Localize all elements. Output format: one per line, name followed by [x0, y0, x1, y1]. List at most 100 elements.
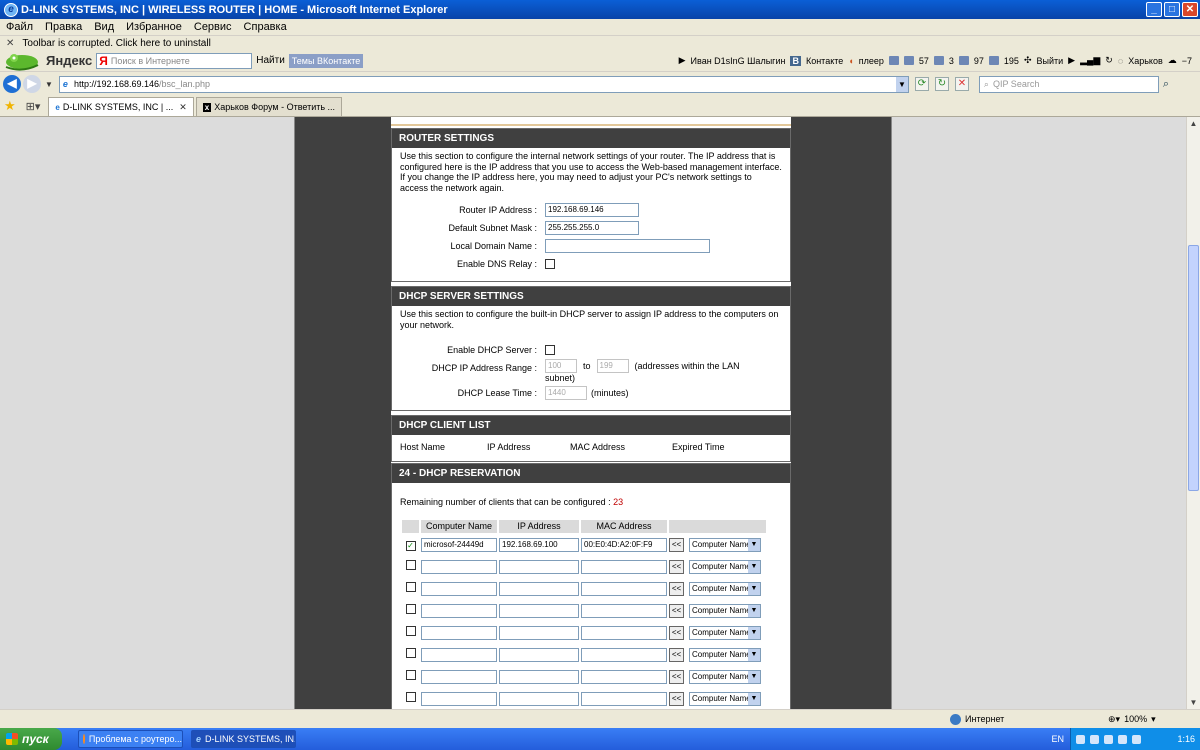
reservation-enable-checkbox[interactable]: [405, 560, 416, 570]
reservation-ip-input[interactable]: [499, 581, 579, 596]
reservation-ip-input[interactable]: [499, 691, 579, 706]
reservation-enable-checkbox[interactable]: [405, 648, 416, 658]
refresh-icon[interactable]: ↻: [1105, 55, 1113, 66]
arrow-right-2-icon[interactable]: ▶: [1068, 55, 1075, 66]
reservation-enable-checkbox[interactable]: [405, 692, 416, 702]
reservation-enable-checkbox[interactable]: [405, 670, 416, 680]
reservation-ip-input[interactable]: [499, 669, 579, 684]
tray-icon-1[interactable]: [1076, 734, 1085, 744]
notice-close-icon[interactable]: ✕: [6, 38, 14, 49]
uninstall-toolbar-link[interactable]: Toolbar is corrupted. Click here to unin…: [22, 38, 210, 49]
minimize-button[interactable]: _: [1146, 2, 1162, 17]
subnet-mask-input[interactable]: 255.255.255.0: [545, 221, 639, 235]
close-window-button[interactable]: ✕: [1182, 2, 1198, 17]
copy-to-row-button[interactable]: <<: [669, 625, 684, 640]
tray-icon-3[interactable]: [1104, 734, 1113, 744]
taskbar-firefox-task[interactable]: Проблема с роутеро...: [78, 730, 183, 748]
vk-link[interactable]: Контакте: [806, 56, 843, 66]
reservation-mac-input[interactable]: [581, 625, 667, 640]
enable-dhcp-checkbox[interactable]: [545, 345, 555, 355]
range-start-input[interactable]: 100: [545, 359, 577, 373]
friends-icon[interactable]: [903, 56, 914, 65]
copy-to-row-button[interactable]: <<: [669, 559, 684, 574]
reservation-enable-checkbox[interactable]: [405, 626, 416, 636]
menu-help[interactable]: Справка: [244, 21, 287, 33]
reservation-name-input[interactable]: [421, 647, 497, 662]
tray-icon-2[interactable]: [1090, 734, 1099, 744]
video-icon[interactable]: [988, 56, 999, 65]
camera-icon[interactable]: [958, 56, 969, 65]
language-indicator[interactable]: EN: [1051, 734, 1064, 744]
computer-name-select[interactable]: Computer Name ▼: [689, 647, 761, 662]
tab-close-icon[interactable]: ✕: [179, 102, 187, 113]
copy-to-row-button[interactable]: <<: [669, 581, 684, 596]
menu-edit[interactable]: Правка: [45, 21, 82, 33]
computer-name-select[interactable]: Computer Name ▼: [689, 625, 761, 640]
compat-view-icon[interactable]: ⟳: [914, 77, 929, 91]
url-dropdown-icon[interactable]: ▼: [895, 76, 908, 92]
menu-tools[interactable]: Сервис: [194, 21, 232, 33]
reservation-enable-checkbox[interactable]: [405, 582, 416, 592]
scroll-thumb[interactable]: [1188, 245, 1199, 491]
copy-to-row-button[interactable]: <<: [669, 669, 684, 684]
reservation-mac-input[interactable]: [581, 669, 667, 684]
reservation-name-input[interactable]: [421, 581, 497, 596]
router-ip-input[interactable]: 192.168.69.146: [545, 203, 639, 217]
reservation-name-input[interactable]: [421, 691, 497, 706]
tab-dlink[interactable]: e D-LINK SYSTEMS, INC | ... ✕: [48, 97, 194, 116]
reservation-name-input[interactable]: [421, 669, 497, 684]
refresh-button[interactable]: ↻: [934, 77, 949, 91]
reservation-mac-input[interactable]: [581, 691, 667, 706]
reservation-ip-input[interactable]: 192.168.69.100: [499, 537, 579, 552]
copy-to-row-button[interactable]: <<: [669, 537, 684, 552]
menu-favorites[interactable]: Избранное: [126, 21, 182, 33]
messages-icon[interactable]: [888, 56, 899, 65]
zoom-level[interactable]: 100%: [1124, 714, 1147, 724]
reservation-mac-input[interactable]: [581, 603, 667, 618]
forward-button[interactable]: ▶: [23, 75, 41, 93]
computer-name-select[interactable]: Computer Name ▼: [689, 603, 761, 618]
reservation-ip-input[interactable]: [499, 559, 579, 574]
back-button[interactable]: ◀: [3, 75, 21, 93]
exit-button[interactable]: Выйти: [1036, 56, 1063, 66]
reservation-ip-input[interactable]: [499, 625, 579, 640]
url-field[interactable]: e http://192.168.69.146 /bsc_lan.php ▼: [58, 75, 909, 93]
yandex-search-input[interactable]: Я Поиск в Интернете: [96, 52, 253, 69]
computer-name-select[interactable]: Computer Name ▼: [689, 559, 761, 574]
weather-city[interactable]: Харьков: [1128, 56, 1163, 66]
vk-topics-button[interactable]: Темы ВКонтакте: [288, 53, 364, 68]
reservation-mac-input[interactable]: 00:E0:4D:A2:0F:F9: [581, 537, 667, 552]
qip-search-input[interactable]: ⌕ QIP Search: [978, 75, 1159, 93]
menu-view[interactable]: Вид: [94, 21, 114, 33]
chat-icon[interactable]: ◌: [1118, 56, 1123, 66]
computer-name-select[interactable]: Computer Name ▼: [689, 691, 761, 706]
computer-name-select[interactable]: Computer Name ▼: [689, 537, 761, 552]
reservation-name-input[interactable]: [421, 625, 497, 640]
history-dropdown-icon[interactable]: ▼: [45, 80, 53, 89]
tray-icon-5[interactable]: [1132, 734, 1141, 744]
zoom-dropdown-icon[interactable]: ▾: [1151, 714, 1156, 725]
reservation-mac-input[interactable]: [581, 647, 667, 662]
vertical-scrollbar[interactable]: ▲ ▼: [1186, 117, 1200, 709]
quick-tabs-icon[interactable]: ⊞▾: [26, 100, 41, 113]
start-button[interactable]: пуск: [0, 728, 62, 750]
copy-to-row-button[interactable]: <<: [669, 647, 684, 662]
tray-icon-4[interactable]: [1118, 734, 1127, 744]
zoom-icon[interactable]: ⊕▾: [1108, 714, 1120, 725]
photos-icon[interactable]: [933, 56, 944, 65]
reservation-name-input[interactable]: [421, 603, 497, 618]
scroll-down-icon[interactable]: ▼: [1187, 696, 1200, 709]
reservation-ip-input[interactable]: [499, 603, 579, 618]
search-go-icon[interactable]: ⌕: [1163, 78, 1169, 91]
player-button[interactable]: плеер: [859, 56, 884, 66]
computer-name-select[interactable]: Computer Name ▼: [689, 581, 761, 596]
stop-button[interactable]: ✕: [954, 77, 969, 91]
lease-time-input[interactable]: 1440: [545, 386, 587, 400]
reservation-ip-input[interactable]: [499, 647, 579, 662]
reservation-mac-input[interactable]: [581, 559, 667, 574]
arrow-right-icon[interactable]: ▶: [679, 55, 686, 66]
reservation-mac-input[interactable]: [581, 581, 667, 596]
taskbar-ie-task[interactable]: e D-LINK SYSTEMS, IN...: [191, 730, 296, 748]
maximize-button[interactable]: □: [1164, 2, 1180, 17]
tab-forum[interactable]: x Харьков Форум - Ответить ...: [195, 97, 343, 116]
